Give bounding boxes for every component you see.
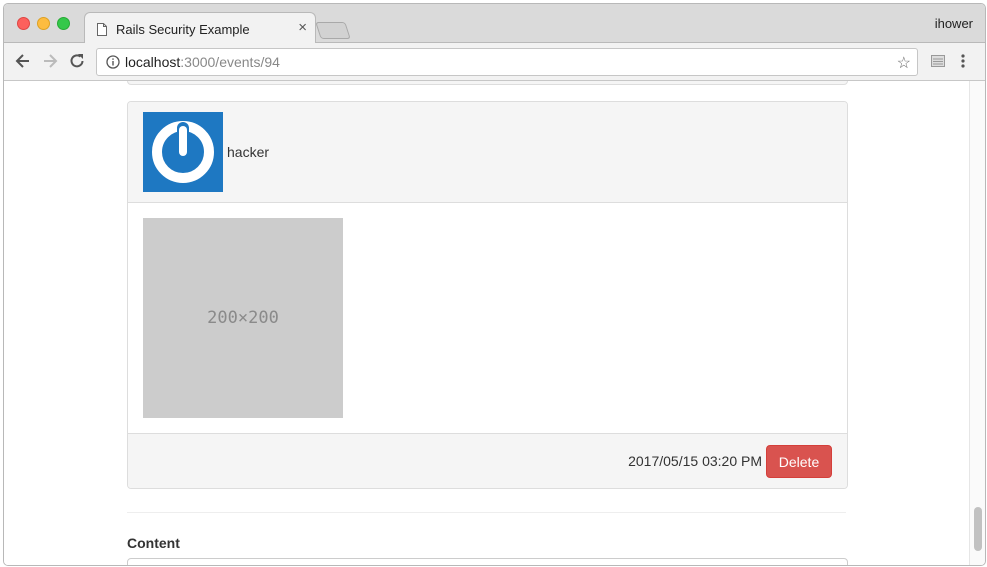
avatar — [143, 112, 223, 192]
document-icon — [97, 23, 107, 36]
placeholder-image: 200×200 — [143, 218, 343, 418]
scrollbar-thumb[interactable] — [974, 507, 982, 551]
placeholder-image-label: 200×200 — [207, 308, 279, 328]
window-close-button[interactable] — [17, 17, 30, 30]
event-username[interactable]: hacker — [227, 144, 269, 160]
tab-rails-security-example[interactable]: Rails Security Example × — [84, 12, 316, 44]
delete-button[interactable]: Delete — [766, 445, 832, 478]
address-bar[interactable]: localhost:3000/events/94 ☆ — [96, 48, 918, 76]
browser-window: Rails Security Example × ihower localhos… — [3, 3, 986, 566]
page-viewport: hacker 200×200 2017/05/15 03:20 PM Delet… — [4, 81, 969, 565]
event-card-body: 200×200 — [128, 203, 847, 433]
event-timestamp: 2017/05/15 03:20 PM — [628, 453, 762, 469]
content-field[interactable] — [127, 558, 848, 565]
event-card: hacker 200×200 2017/05/15 03:20 PM Delet… — [127, 101, 848, 489]
bookmark-star-icon[interactable]: ☆ — [897, 53, 911, 73]
content-label: Content — [127, 535, 180, 551]
forward-arrow-icon[interactable] — [40, 51, 60, 71]
profile-name[interactable]: ihower — [935, 16, 973, 31]
event-card-footer: 2017/05/15 03:20 PM Delete — [128, 433, 847, 488]
url-host: localhost — [125, 54, 181, 70]
tab-title: Rails Security Example — [116, 22, 250, 37]
section-divider — [127, 512, 846, 513]
reload-icon[interactable] — [67, 51, 87, 71]
url-path: :3000/events/94 — [180, 54, 280, 70]
window-minimize-button[interactable] — [37, 17, 50, 30]
extension-icon[interactable] — [931, 55, 945, 67]
tab-strip: Rails Security Example × ihower — [4, 4, 985, 44]
info-icon[interactable] — [106, 55, 120, 69]
gravatar-power-icon — [152, 121, 214, 183]
more-menu-icon[interactable] — [960, 52, 966, 70]
browser-toolbar: localhost:3000/events/94 ☆ — [4, 43, 985, 81]
vertical-scrollbar[interactable] — [969, 81, 985, 565]
url-text[interactable]: localhost:3000/events/94 — [125, 54, 280, 70]
previous-card-edge — [127, 81, 848, 85]
back-arrow-icon[interactable] — [13, 51, 33, 71]
new-tab-button[interactable] — [315, 22, 351, 39]
window-maximize-button[interactable] — [57, 17, 70, 30]
event-card-header: hacker — [128, 102, 847, 203]
tab-close-icon[interactable]: × — [298, 19, 307, 36]
